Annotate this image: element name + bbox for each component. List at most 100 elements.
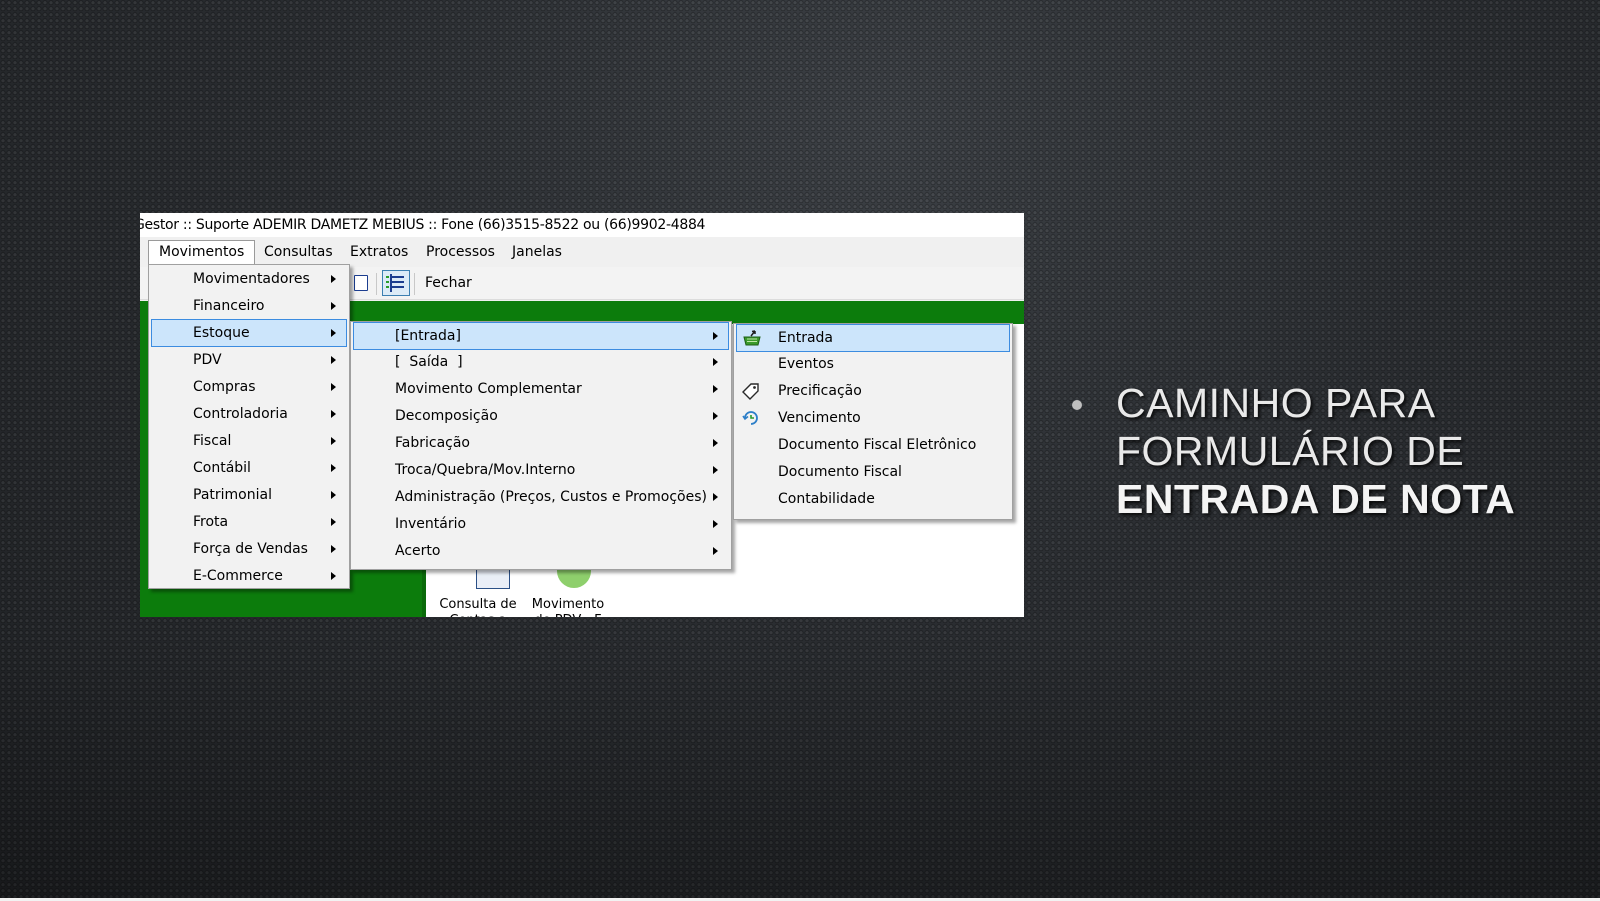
menu-item-precificacao[interactable]: Precificação — [736, 378, 1010, 404]
submenu-arrow-icon — [331, 302, 336, 310]
menu-item-patrimonial[interactable]: Patrimonial — [151, 482, 347, 508]
menu-item-contabilidade[interactable]: Contabilidade — [736, 486, 1010, 512]
price-tag-icon — [742, 383, 759, 400]
menu-item-label: Movimentadores — [193, 271, 310, 287]
menu-item-fabricacao[interactable]: Fabricação — [353, 430, 729, 456]
copy-icon[interactable] — [354, 275, 368, 291]
submenu-arrow-icon — [331, 383, 336, 391]
menu-item-entrada[interactable]: Entrada — [736, 324, 1010, 352]
menu-item-contabil[interactable]: Contábil — [151, 455, 347, 481]
menu-item-label: PDV — [193, 352, 222, 368]
menu-item-e-commerce[interactable]: E-Commerce — [151, 563, 347, 589]
menu-item-label: Vencimento — [778, 410, 861, 426]
submenu-arrow-icon — [713, 466, 718, 474]
entrada-submenu: Entrada Eventos Precificação Vencimento … — [733, 323, 1013, 520]
menu-item-inventario[interactable]: Inventário — [353, 511, 729, 537]
submenu-arrow-icon — [331, 356, 336, 364]
menu-item-label: Administração (Preços, Custos e Promoçõe… — [395, 489, 707, 505]
submenu-arrow-icon — [331, 545, 336, 553]
fechar-button[interactable]: Fechar — [425, 267, 472, 299]
menu-item-label: Fabricação — [395, 435, 470, 451]
menu-item-label: Contábil — [193, 460, 251, 476]
menu-item-saida-group[interactable]: [ Saída ] — [353, 349, 729, 375]
slide-bullet-text: CAMINHO PARA FORMULÁRIO DE ENTRADA DE NO… — [1116, 379, 1576, 523]
menu-item-label: Frota — [193, 514, 229, 530]
submenu-arrow-icon — [713, 412, 718, 420]
menu-item-label: Eventos — [778, 356, 834, 372]
menu-item-label: [ Saída ] — [395, 354, 463, 370]
menu-item-estoque[interactable]: Estoque — [151, 319, 347, 347]
movimentos-dropdown: Movimentadores Financeiro Estoque PDV Co… — [148, 264, 350, 589]
submenu-arrow-icon — [713, 547, 718, 555]
menu-item-fiscal[interactable]: Fiscal — [151, 428, 347, 454]
menu-item-administracao[interactable]: Administração (Preços, Custos e Promoçõe… — [353, 484, 729, 510]
menu-item-label: Acerto — [395, 543, 441, 559]
menu-item-label: E-Commerce — [193, 568, 283, 584]
submenu-arrow-icon — [331, 572, 336, 580]
submenu-arrow-icon — [331, 275, 336, 283]
menu-item-label: Entrada — [778, 330, 834, 346]
menu-item-label: Estoque — [193, 325, 250, 341]
menu-item-financeiro[interactable]: Financeiro — [151, 293, 347, 319]
basket-arrow-icon — [743, 330, 761, 346]
menu-item-label: Compras — [193, 379, 256, 395]
menu-item-entrada-group[interactable]: [Entrada] — [353, 322, 729, 350]
menu-item-label: Financeiro — [193, 298, 265, 314]
toolbar-separator — [376, 273, 377, 295]
menu-item-compras[interactable]: Compras — [151, 374, 347, 400]
submenu-arrow-icon — [713, 332, 718, 340]
menu-janelas[interactable]: Janelas — [502, 241, 572, 263]
bullet-line-2: FORMULÁRIO DE — [1116, 428, 1465, 474]
menu-item-acerto[interactable]: Acerto — [353, 538, 729, 564]
menu-item-movimentadores[interactable]: Movimentadores — [151, 266, 347, 292]
menu-item-label: Contabilidade — [778, 491, 875, 507]
menu-item-frota[interactable]: Frota — [151, 509, 347, 535]
menu-item-eventos[interactable]: Eventos — [736, 351, 1010, 377]
menu-item-label: Precificação — [778, 383, 862, 399]
bullet-line-3: ENTRADA DE NOTA — [1116, 476, 1516, 522]
accounts-shortcut-icon[interactable] — [476, 570, 510, 589]
list-icon[interactable] — [382, 270, 410, 296]
submenu-arrow-icon — [331, 518, 336, 526]
submenu-arrow-icon — [713, 385, 718, 393]
menu-movimentos[interactable]: Movimentos — [148, 240, 256, 265]
menu-item-decomposicao[interactable]: Decomposição — [353, 403, 729, 429]
menu-item-movimento-complementar[interactable]: Movimento Complementar — [353, 376, 729, 402]
app-screenshot: Gestor :: Suporte ADEMIR DAMETZ MEBIUS :… — [140, 213, 1024, 617]
menu-item-documento-fiscal-eletronico[interactable]: Documento Fiscal Eletrônico — [736, 432, 1010, 458]
menu-item-label: Patrimonial — [193, 487, 272, 503]
submenu-arrow-icon — [331, 329, 336, 337]
menu-item-label: Controladoria — [193, 406, 288, 422]
submenu-arrow-icon — [331, 491, 336, 499]
submenu-arrow-icon — [713, 358, 718, 366]
submenu-arrow-icon — [713, 439, 718, 447]
submenu-arrow-icon — [331, 410, 336, 418]
menu-item-label: Força de Vendas — [193, 541, 308, 557]
menu-item-troca-quebra[interactable]: Troca/Quebra/Mov.Interno — [353, 457, 729, 483]
submenu-arrow-icon — [331, 437, 336, 445]
menu-item-label: Inventário — [395, 516, 467, 532]
menu-consultas[interactable]: Consultas — [254, 241, 343, 263]
menu-item-controladoria[interactable]: Controladoria — [151, 401, 347, 427]
menu-item-vencimento[interactable]: Vencimento — [736, 405, 1010, 431]
menu-item-forca-de-vendas[interactable]: Força de Vendas — [151, 536, 347, 562]
menu-item-label: Fiscal — [193, 433, 232, 449]
submenu-arrow-icon — [713, 493, 718, 501]
menu-item-label: Decomposição — [395, 408, 498, 424]
shortcut-consulta-contas[interactable]: Consulta de Contas a — [438, 597, 518, 617]
menu-extratos[interactable]: Extratos — [340, 241, 418, 263]
submenu-arrow-icon — [331, 464, 336, 472]
bullet-dot-icon — [1072, 400, 1082, 410]
toolbar-separator — [414, 273, 415, 295]
menu-item-documento-fiscal[interactable]: Documento Fiscal — [736, 459, 1010, 485]
estoque-submenu: [Entrada] [ Saída ] Movimento Complement… — [350, 321, 732, 570]
window-title-bar: Gestor :: Suporte ADEMIR DAMETZ MEBIUS :… — [140, 213, 1024, 237]
menu-item-pdv[interactable]: PDV — [151, 347, 347, 373]
menu-item-label: Troca/Quebra/Mov.Interno — [395, 462, 576, 478]
menu-bar: Movimentos Consultas Extratos Processos … — [140, 238, 1024, 266]
menu-processos[interactable]: Processos — [416, 241, 505, 263]
window-title: Gestor :: Suporte ADEMIR DAMETZ MEBIUS :… — [140, 217, 706, 233]
bullet-line-1: CAMINHO PARA — [1116, 380, 1436, 426]
menu-item-label: Documento Fiscal — [778, 464, 902, 480]
shortcut-movimento-pdv[interactable]: Movimento de PDV - F — [528, 597, 608, 617]
